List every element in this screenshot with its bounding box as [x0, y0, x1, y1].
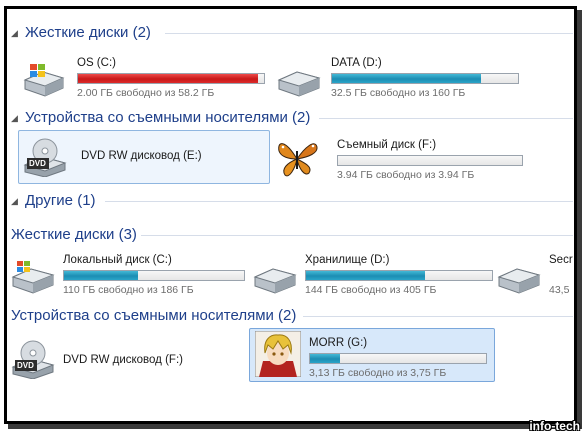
- free-space-text: 3.94 ГБ свободно из 3.94 ГБ: [337, 169, 475, 181]
- dvd-logo-text: DVD: [17, 361, 34, 370]
- butterfly-icon: [278, 143, 318, 177]
- drive-name: MORR (G:): [309, 337, 368, 349]
- hard-drive-icon: [277, 71, 321, 97]
- free-space-text: 3,13 ГБ свободно из 3,75 ГБ: [309, 367, 447, 379]
- hard-drive-windows-icon: [11, 261, 55, 294]
- frame-shadow-right: [577, 10, 582, 428]
- dvd-logo-text: DVD: [29, 159, 46, 168]
- hard-drive-icon: [497, 268, 541, 294]
- capacity-bar: [337, 155, 523, 166]
- drive-storage-d[interactable]: Хранилище (D:) 144 ГБ свободно из 405 ГБ: [253, 251, 503, 299]
- anime-avatar-icon: [255, 331, 301, 377]
- drive-local-c[interactable]: Локальный диск (C:) 110 ГБ свободно из 1…: [11, 251, 251, 299]
- collapse-triangle-icon[interactable]: ◢: [11, 113, 18, 124]
- drive-name: Локальный диск (C:): [63, 254, 172, 266]
- capacity-bar: [331, 73, 519, 84]
- free-space-text: 32.5 ГБ свободно из 160 ГБ: [331, 87, 466, 99]
- drive-os-c[interactable]: OS (C:) 2.00 ГБ свободно из 58.2 ГБ: [21, 54, 271, 102]
- drive-data-d[interactable]: DATA (D:) 32.5 ГБ свободно из 160 ГБ: [277, 54, 527, 102]
- drive-name: DVD RW дисковод (E:): [81, 150, 202, 162]
- drive-name: DATA (D:): [331, 57, 382, 69]
- hard-drive-icon: [253, 268, 297, 294]
- drive-name: Secr: [549, 254, 573, 266]
- drive-dvd-f[interactable]: DVD DVD RW дисковод (F:): [11, 335, 231, 383]
- capacity-fill: [78, 74, 259, 83]
- capacity-fill: [332, 74, 481, 83]
- capacity-bar: [309, 353, 487, 364]
- capacity-bar: [305, 270, 493, 281]
- section-divider: [319, 118, 573, 119]
- frame-shadow-bottom: [8, 424, 582, 429]
- hard-drive-windows-icon: [23, 64, 65, 97]
- drive-name: Съемный диск (F:): [337, 139, 437, 151]
- watermark-text: info-tech: [529, 419, 580, 433]
- collapse-triangle-icon[interactable]: ◢: [11, 28, 18, 39]
- section-header-removable-2[interactable]: Устройства со съемными носителями (2): [7, 305, 574, 327]
- drive-secr[interactable]: Secr 43,5: [497, 251, 574, 299]
- capacity-bar: [77, 73, 265, 84]
- free-space-text: 110 ГБ свободно из 186 ГБ: [63, 284, 194, 296]
- drive-morr-g[interactable]: MORR (G:) 3,13 ГБ свободно из 3,75 ГБ: [255, 330, 491, 379]
- drive-name: DVD RW дисковод (F:): [63, 354, 183, 366]
- drive-name: OS (C:): [77, 57, 116, 69]
- section-header-hard-disks-2[interactable]: Жесткие диски (3): [7, 224, 574, 246]
- drive-dvd-e[interactable]: DVD DVD RW дисковод (E:): [23, 133, 263, 181]
- dvd-drive-icon: [11, 340, 55, 379]
- section-divider: [165, 33, 573, 34]
- section-header-other[interactable]: ◢ Другие (1): [7, 190, 574, 212]
- section-header-removable-1[interactable]: ◢ Устройства со съемными носителями (2): [7, 107, 574, 129]
- section-header-hard-disks-1[interactable]: ◢ Жесткие диски (2): [7, 22, 574, 44]
- collapse-triangle-icon[interactable]: ◢: [11, 196, 18, 207]
- capacity-fill: [306, 271, 426, 280]
- drive-removable-f[interactable]: Съемный диск (F:) 3.94 ГБ свободно из 3.…: [275, 133, 535, 181]
- dvd-drive-icon: [23, 138, 67, 177]
- section-divider: [141, 235, 573, 236]
- free-space-text: 43,5: [549, 284, 570, 296]
- section-divider: [105, 201, 573, 202]
- explorer-window: ◢ Жесткие диски (2) OS (C:) 2.00 ГБ своб…: [4, 6, 577, 424]
- capacity-fill: [64, 271, 138, 280]
- free-space-text: 144 ГБ свободно из 405 ГБ: [305, 284, 437, 296]
- drive-name: Хранилище (D:): [305, 254, 390, 266]
- capacity-fill: [310, 354, 340, 363]
- section-divider: [303, 316, 573, 317]
- capacity-bar: [63, 270, 245, 281]
- free-space-text: 2.00 ГБ свободно из 58.2 ГБ: [77, 87, 215, 99]
